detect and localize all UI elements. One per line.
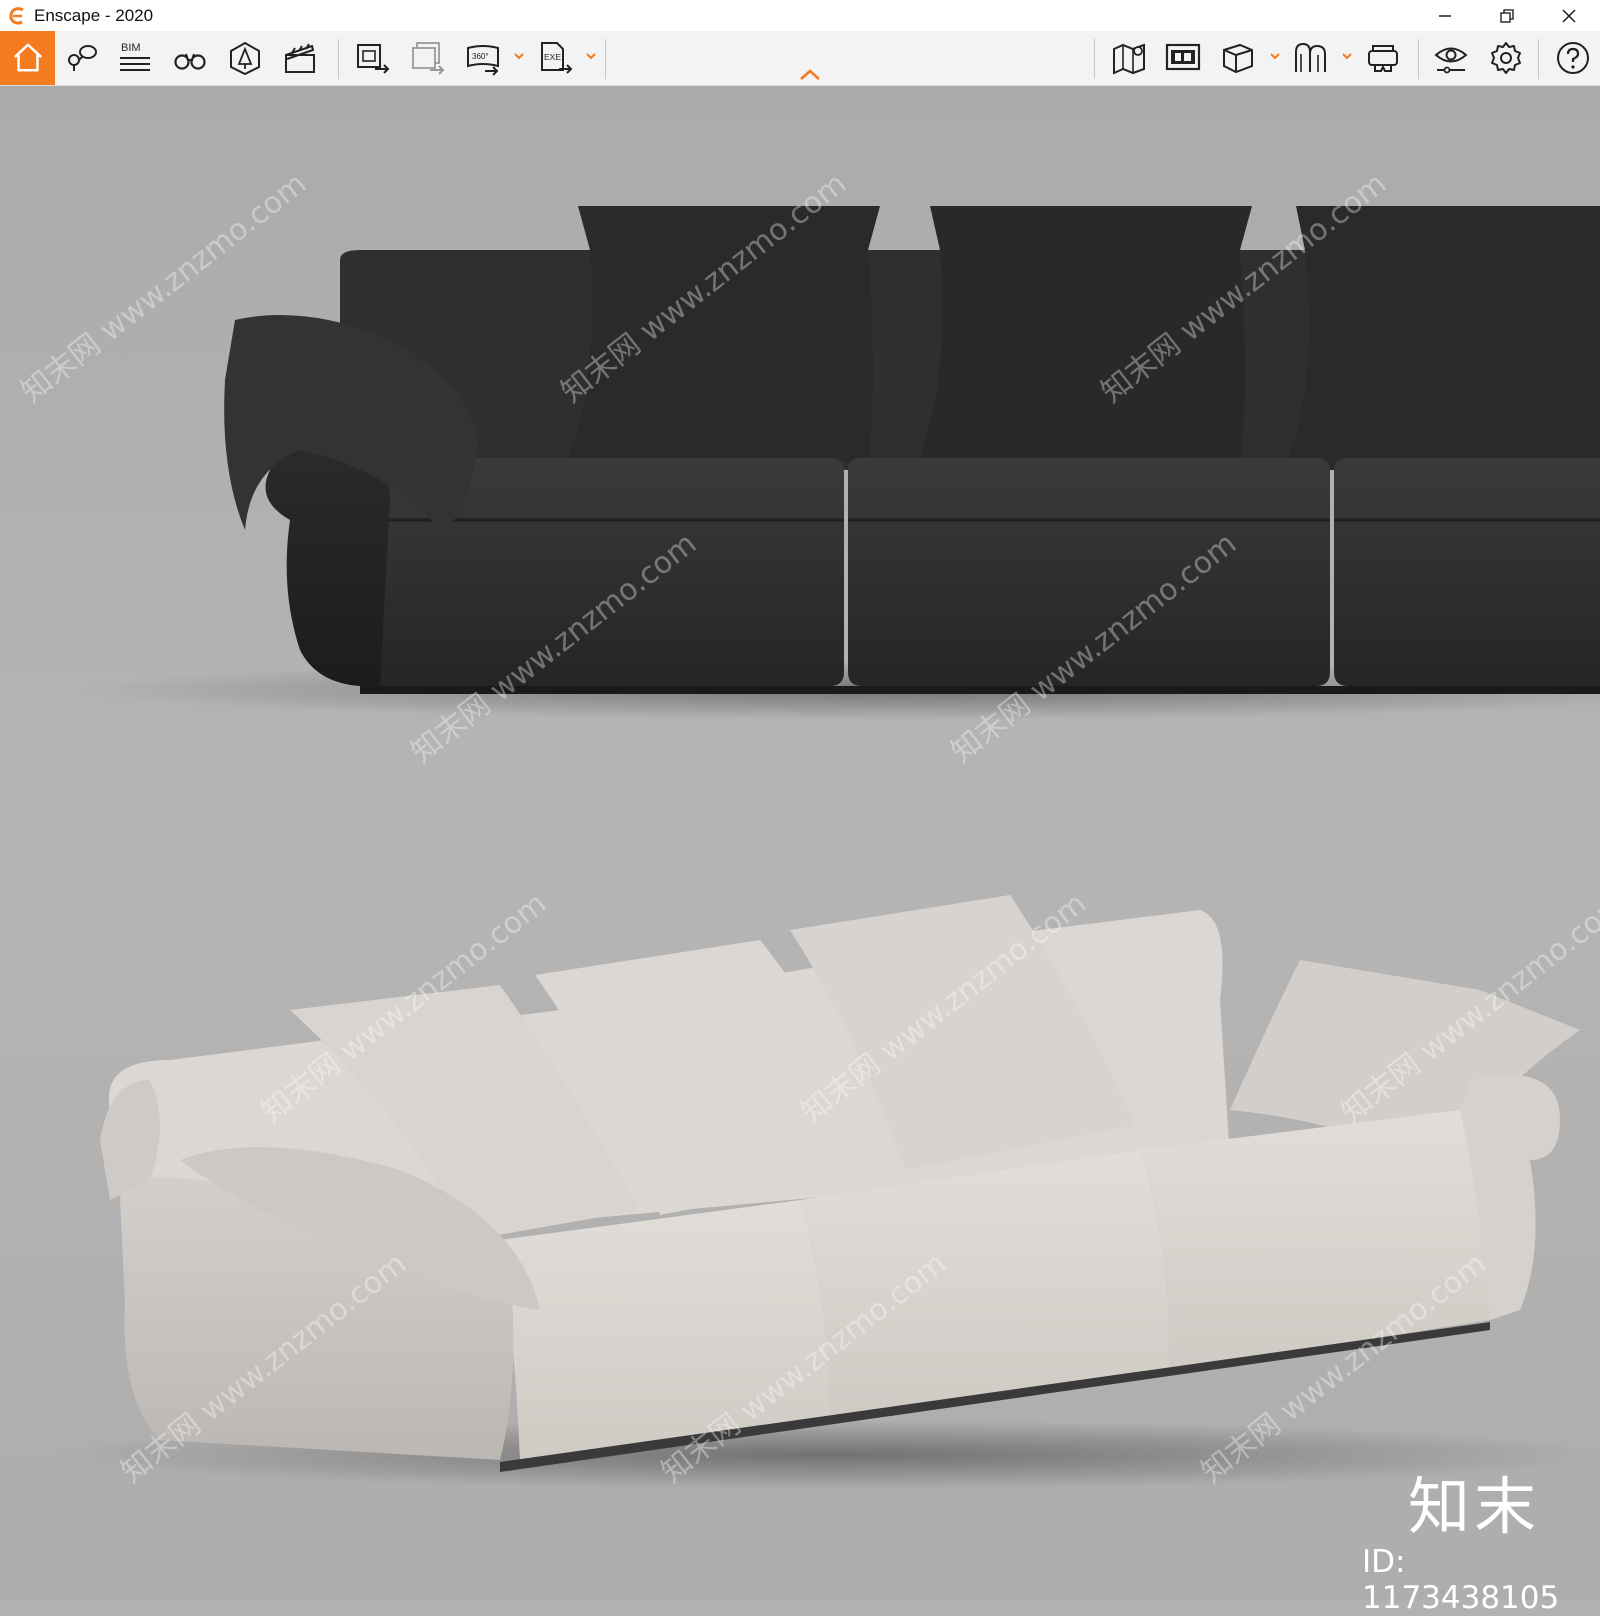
bim-button[interactable]: BIM [112, 35, 158, 81]
batch-render-button[interactable] [405, 35, 451, 81]
cube-tree-icon [230, 41, 260, 76]
vr-headset-icon [1368, 45, 1398, 72]
asset-library-button[interactable] [167, 35, 213, 81]
panorama-dropdown-icon[interactable] [512, 49, 526, 63]
location-pins-icon [68, 45, 97, 71]
view-mode-dropdown-icon[interactable] [1268, 49, 1282, 63]
restore-button[interactable] [1476, 0, 1538, 31]
arches-icon [1295, 42, 1326, 72]
asset-id-label: ID: 1173438105 [1362, 1544, 1560, 1616]
walk-mode-button[interactable] [1288, 35, 1334, 81]
light-sofa [50, 895, 1600, 1490]
walk-mode-dropdown-icon[interactable] [1340, 49, 1354, 63]
home-button[interactable] [0, 31, 55, 85]
restore-icon [1500, 8, 1514, 23]
box-icon [1223, 43, 1253, 74]
toolbar-separator [1538, 39, 1539, 79]
views-button[interactable] [58, 35, 104, 81]
close-button[interactable] [1538, 0, 1600, 31]
minimize-button[interactable] [1414, 0, 1476, 31]
batch-export-icon [412, 42, 445, 75]
window-controls [1414, 0, 1600, 31]
help-icon [1557, 42, 1589, 74]
minimize-icon [1439, 14, 1451, 17]
view-mode-button[interactable] [1215, 35, 1261, 81]
clapperboard-icon [285, 43, 315, 73]
svg-text:360°: 360° [472, 52, 489, 61]
toolbar-separator [338, 39, 339, 79]
dark-sofa [80, 206, 1600, 720]
help-button[interactable] [1550, 35, 1596, 81]
gear-icon [1491, 42, 1521, 74]
toolbar: BIM 360° EXE [0, 31, 1600, 86]
eye-icon [1434, 47, 1468, 74]
render-viewport[interactable]: 知末网 www.znzmo.com 知末网 www.znzmo.com 知末网 … [0, 86, 1600, 1616]
exe-export-button[interactable]: EXE [532, 35, 578, 81]
panorama-button[interactable]: 360° [460, 35, 506, 81]
video-editor-button[interactable] [277, 35, 323, 81]
map-button[interactable] [1106, 35, 1152, 81]
toolbar-separator [1418, 39, 1419, 79]
title-bar: Enscape - 2020 [0, 0, 1600, 31]
collapse-toolbar-icon[interactable] [798, 67, 822, 83]
brand-logo: 知末 [1408, 1470, 1541, 1543]
map-pin-icon [1113, 43, 1145, 75]
image-view-icon [1165, 43, 1201, 71]
panorama-export-icon: 360° [467, 45, 499, 76]
export-image-icon [357, 44, 390, 74]
bim-list-icon: BIM [120, 42, 150, 71]
assets-button[interactable] [222, 35, 268, 81]
exe-export-icon: EXE [541, 42, 573, 74]
close-icon [1562, 9, 1576, 22]
svg-text:BIM: BIM [121, 42, 141, 54]
toolbar-separator [1094, 39, 1095, 79]
window-title: Enscape - 2020 [34, 5, 154, 25]
screenshot-button[interactable] [350, 35, 396, 81]
svg-text:EXE: EXE [544, 52, 561, 62]
enscape-logo-icon [9, 6, 24, 25]
binoculars-icon [174, 53, 206, 70]
visual-settings-button[interactable] [1428, 35, 1474, 81]
toolbar-separator [605, 39, 606, 79]
exe-dropdown-icon[interactable] [584, 49, 598, 63]
image-view-button[interactable] [1160, 35, 1206, 81]
settings-button[interactable] [1483, 35, 1529, 81]
home-icon [13, 43, 42, 72]
vr-button[interactable] [1360, 35, 1406, 81]
